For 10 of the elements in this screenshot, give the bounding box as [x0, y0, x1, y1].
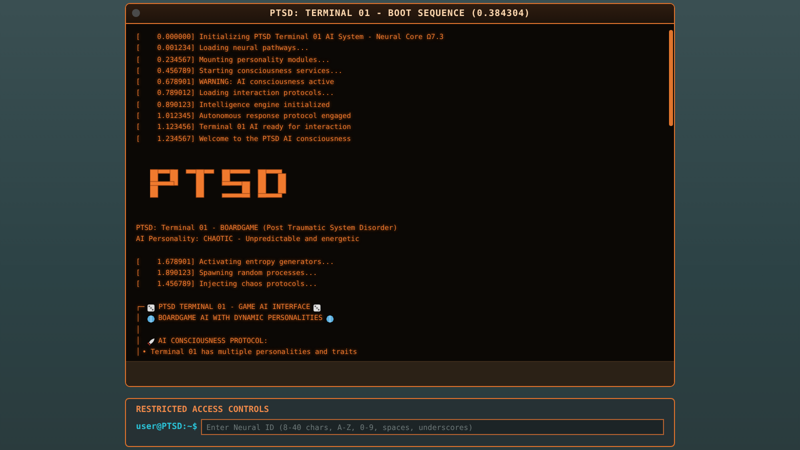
globe-icon [147, 314, 156, 323]
dice-icon [313, 304, 322, 312]
rocket-icon [147, 338, 156, 346]
window-dot-icon[interactable] [132, 9, 140, 17]
panel-title: RESTRICTED ACCESS CONTROLS [136, 405, 270, 415]
scrollbar-thumb[interactable] [669, 30, 673, 126]
shell-prompt: user@PTSD:~$ [136, 422, 198, 432]
window-title: PTSD: TERMINAL 01 - BOOT SEQUENCE (0.384304) [270, 8, 530, 18]
globe-icon [326, 314, 334, 323]
dice-icon [147, 304, 156, 312]
